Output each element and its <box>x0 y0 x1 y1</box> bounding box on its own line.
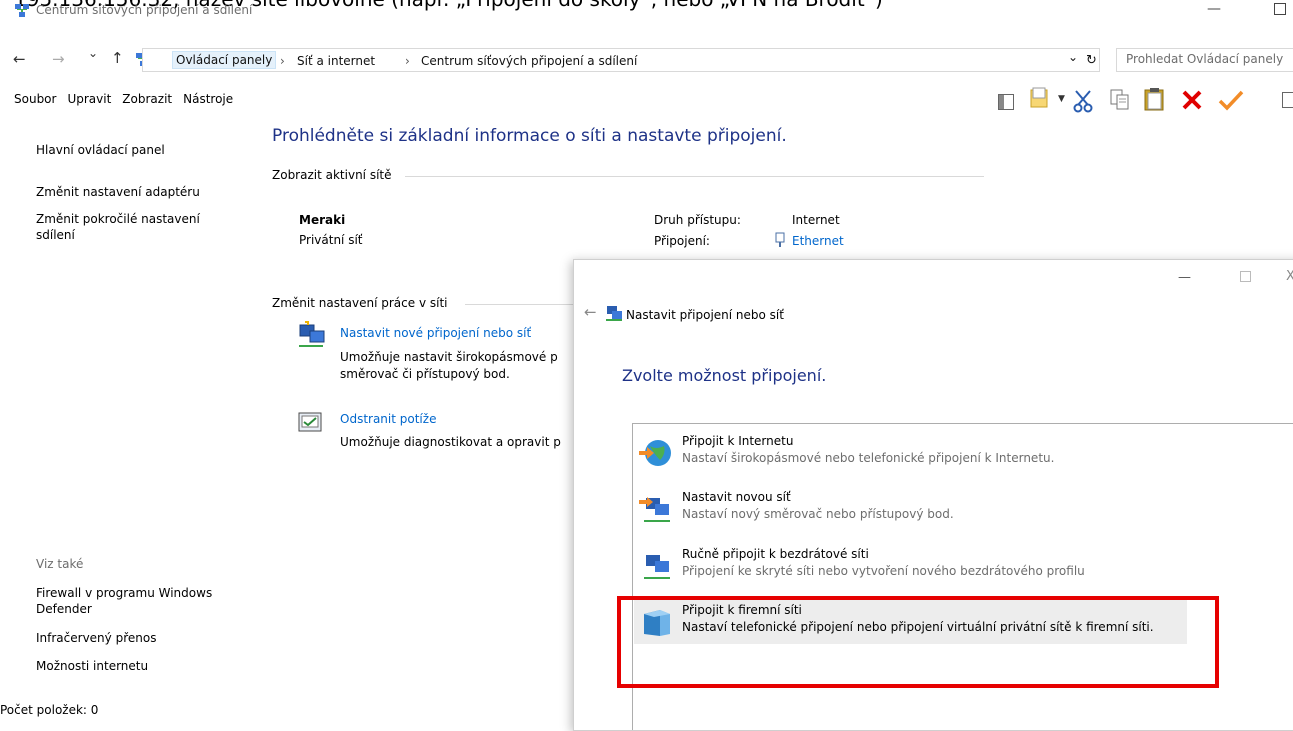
new-network-icon <box>639 497 670 522</box>
title-bar: Centrum síťových připojení a sdílení — <box>0 0 1293 22</box>
cut-icon[interactable] <box>1073 89 1093 113</box>
breadcrumb-separator: › <box>280 54 285 68</box>
page-title: Prohlédněte si základní informace o síti… <box>272 126 787 146</box>
ethernet-icon <box>775 232 785 247</box>
preview-pane-icon[interactable] <box>998 94 1014 110</box>
window-title: Centrum síťových připojení a sdílení <box>36 3 253 17</box>
back-button[interactable]: ← <box>13 50 26 68</box>
troubleshoot-icon <box>298 412 322 432</box>
menu-tools[interactable]: Nástroje <box>183 92 233 106</box>
option-manual-wireless[interactable]: Ručně připojit k bezdrátové síti Připoje… <box>634 542 1289 588</box>
see-also-infrared[interactable]: Infračervený přenos <box>36 631 156 645</box>
dialog-close-button[interactable]: X <box>1286 269 1293 284</box>
left-link-adapter-settings[interactable]: Změnit nastavení adaptéru <box>36 185 200 199</box>
menu-view[interactable]: Zobrazit <box>122 92 172 106</box>
option-title: Nastavit novou síť <box>682 490 791 504</box>
option-title: Ručně připojit k bezdrátové síti <box>682 547 869 561</box>
network-name: Meraki <box>299 213 346 227</box>
properties-icon[interactable] <box>1030 87 1052 109</box>
network-center-icon <box>15 4 29 17</box>
dialog-minimize-button[interactable]: — <box>1178 270 1191 285</box>
breadcrumb-control-panel[interactable]: Ovládací panely <box>172 51 277 69</box>
change-settings-label: Změnit nastavení práce v síti <box>272 296 448 310</box>
properties-dropdown-icon[interactable]: ▼ <box>1058 94 1065 104</box>
access-type-label: Druh přístupu: <box>654 213 741 227</box>
see-also-firewall[interactable]: Firewall v programu Windows <box>36 586 212 600</box>
search-placeholder: Prohledat Ovládací panely <box>1126 52 1284 66</box>
option-desc: Nastaví nový směrovač nebo přístupový bo… <box>682 507 954 521</box>
setup-new-connection-desc-2: směrovač či přístupový bod. <box>340 367 510 381</box>
refresh-button[interactable]: ↻ <box>1086 53 1097 68</box>
checkmark-icon[interactable] <box>1218 89 1244 111</box>
ethernet-link[interactable]: Ethernet <box>792 234 844 248</box>
dialog-maximize-button[interactable] <box>1240 271 1251 282</box>
see-also-internet-options[interactable]: Možnosti internetu <box>36 659 148 673</box>
left-link-main-panel[interactable]: Hlavní ovládací panel <box>36 143 165 157</box>
new-connection-icon <box>299 321 325 347</box>
paste-icon[interactable] <box>1144 87 1166 111</box>
breadcrumb-separator: › <box>405 54 410 68</box>
status-bar: Počet položek: 0 <box>0 703 99 717</box>
left-link-advanced-sharing[interactable]: Změnit pokročilé nastavení <box>36 212 200 226</box>
recent-locations-button[interactable]: ⌄ <box>88 46 98 60</box>
setup-network-icon <box>606 306 622 321</box>
option-title: Připojit k Internetu <box>682 434 794 448</box>
menu-edit[interactable]: Upravit <box>67 92 111 106</box>
dialog-title: Nastavit připojení nebo síť <box>626 308 784 322</box>
maximize-button[interactable] <box>1274 3 1286 15</box>
active-networks-label: Zobrazit aktivní sítě <box>272 168 392 182</box>
dialog-back-button[interactable]: ← <box>584 303 597 321</box>
option-new-network[interactable]: Nastavit novou síť Nastaví nový směrovač… <box>634 485 1289 531</box>
left-link-advanced-sharing-cont[interactable]: sdílení <box>36 228 75 242</box>
see-also-firewall-cont[interactable]: Defender <box>36 602 92 616</box>
forward-button[interactable]: → <box>52 50 65 68</box>
breadcrumb-network-center[interactable]: Centrum síťových připojení a sdílení <box>421 54 637 68</box>
access-type-value: Internet <box>792 213 840 227</box>
see-also-label: Viz také <box>36 557 84 571</box>
up-button[interactable]: ↑ <box>111 49 124 67</box>
address-dropdown-button[interactable]: ⌄ <box>1068 50 1078 64</box>
setup-new-connection-link[interactable]: Nastavit nové připojení nebo síť <box>340 326 531 340</box>
dialog-heading: Zvolte možnost připojení. <box>622 366 827 385</box>
menu-bar: Soubor Upravit Zobrazit Nástroje <box>14 92 244 106</box>
divider <box>465 304 573 305</box>
troubleshoot-link[interactable]: Odstranit potíže <box>340 412 436 426</box>
breadcrumb-network-internet[interactable]: Síť a internet <box>297 54 375 68</box>
option-connect-internet[interactable]: Připojit k Internetu Nastaví širokopásmo… <box>634 429 1289 475</box>
setup-new-connection-desc: Umožňuje nastavit širokopásmové p <box>340 350 558 364</box>
connections-label: Připojení: <box>654 234 710 248</box>
toolbar-overflow-icon[interactable] <box>1282 92 1293 108</box>
wireless-network-icon <box>644 555 670 579</box>
menu-file[interactable]: Soubor <box>14 92 56 106</box>
divider <box>405 176 984 177</box>
search-input[interactable]: Prohledat Ovládací panely <box>1116 48 1293 72</box>
network-type: Privátní síť <box>299 233 363 247</box>
option-desc: Připojení ke skryté síti nebo vytvoření … <box>682 564 1085 578</box>
option-desc: Nastaví širokopásmové nebo telefonické p… <box>682 451 1055 465</box>
minimize-button[interactable]: — <box>1207 1 1221 17</box>
copy-icon[interactable] <box>1110 89 1130 111</box>
globe-icon <box>639 440 671 466</box>
delete-icon[interactable] <box>1181 89 1203 111</box>
highlight-annotation-box <box>617 596 1219 688</box>
troubleshoot-desc: Umožňuje diagnostikovat a opravit p <box>340 435 561 449</box>
